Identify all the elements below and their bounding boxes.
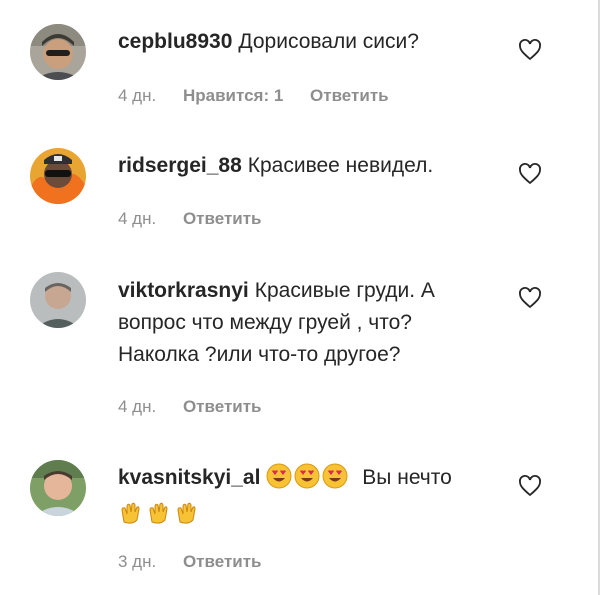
- comment-time[interactable]: 4 дн.: [118, 397, 156, 416]
- comment-time[interactable]: 4 дн.: [118, 86, 156, 105]
- comment-username[interactable]: kvasnitskyi_al: [118, 466, 260, 489]
- comment-meta: 3 дн. Ответить: [118, 552, 284, 572]
- reply-button[interactable]: Ответить: [183, 552, 262, 571]
- avatar[interactable]: [30, 272, 86, 328]
- clapping-hands-icon: [174, 500, 200, 536]
- comment-username[interactable]: cepblu8930: [118, 30, 232, 53]
- comment-body: ridsergei_88 Красивее невидел.: [118, 150, 488, 182]
- comment-body: viktorkrasnyi Красивые груди. А вопрос чт…: [118, 275, 488, 371]
- reply-button[interactable]: Ответить: [310, 86, 389, 105]
- heart-eyes-icon: [322, 463, 348, 499]
- comment-time[interactable]: 3 дн.: [118, 552, 156, 571]
- comment-username[interactable]: ridsergei_88: [118, 154, 242, 177]
- comment-body: cepblu8930 Дорисовали сиси?: [118, 26, 488, 58]
- like-heart-icon[interactable]: [518, 162, 542, 186]
- avatar[interactable]: [30, 460, 86, 516]
- comment-meta: 4 дн. Нравится: 1 Ответить: [118, 86, 411, 106]
- comment-text: Дорисовали сиси?: [238, 30, 419, 53]
- clapping-hands-icon: [118, 500, 144, 536]
- comment-meta: 4 дн. Ответить: [118, 209, 284, 229]
- avatar[interactable]: [30, 24, 86, 80]
- clapping-hands-icon: [146, 500, 172, 536]
- comment-meta: 4 дн. Ответить: [118, 397, 284, 417]
- comment-likes[interactable]: Нравится: 1: [183, 86, 283, 105]
- avatar[interactable]: [30, 148, 86, 204]
- heart-eyes-icon: [294, 463, 320, 499]
- comment-body: kvasnitskyi_al Вы нечто: [118, 462, 488, 536]
- like-heart-icon[interactable]: [518, 286, 542, 310]
- reply-button[interactable]: Ответить: [183, 209, 262, 228]
- comment-username[interactable]: viktorkrasnyi: [118, 279, 249, 302]
- comment-time[interactable]: 4 дн.: [118, 209, 156, 228]
- reply-button[interactable]: Ответить: [183, 397, 262, 416]
- heart-eyes-icon: [266, 463, 292, 499]
- like-heart-icon[interactable]: [518, 474, 542, 498]
- comment-text: Красивее невидел.: [247, 154, 434, 177]
- like-heart-icon[interactable]: [518, 38, 542, 62]
- comment-text: Вы нечто: [362, 466, 452, 489]
